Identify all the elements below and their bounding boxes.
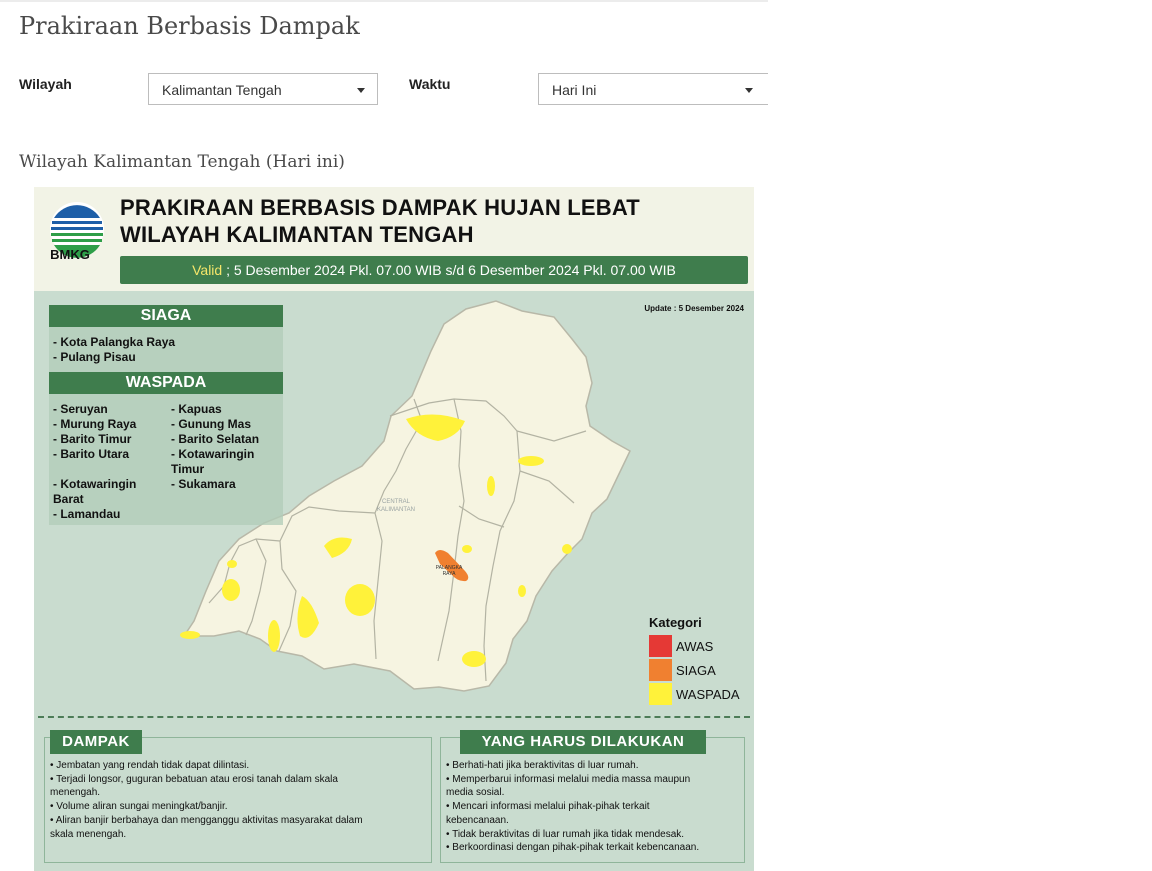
waspada-area-8 [345,584,375,616]
map-label-line1: CENTRAL [382,499,411,505]
impact-line: • Aliran banjir berbahaya dan mengganggu… [50,814,363,826]
chevron-down-icon [357,88,365,93]
siaga-heading: SIAGA [49,305,283,327]
waspada-item: - Barito Selatan [171,432,260,446]
waspada-item: - Murung Raya [53,417,137,431]
infographic-title-line2: WILAYAH KALIMANTAN TENGAH [120,222,474,247]
waspada-item: - Lamandau [53,507,121,521]
legend-label: SIAGA [676,663,716,678]
legend-label: WASPADA [676,687,740,702]
waspada-area-3 [487,476,495,496]
waspada-area-4 [562,544,572,554]
waspada-item: - Sukamara [171,477,236,491]
siaga-item: - Kota Palangka Raya [53,335,176,349]
impact-line: • Volume aliran sungai meningkat/banjir. [50,801,228,813]
waspada-item: - Kotawaringin [171,447,255,461]
infographic-title-line1: PRAKIRAAN BERBASIS DAMPAK HUJAN LEBAT [120,195,640,220]
actions-heading: YANG HARUS DILAKUKAN [460,730,706,754]
valid-label: Valid [192,262,223,278]
action-line: • Tidak beraktivitas di luar rumah jika … [446,828,685,840]
action-line: media sosial. [446,787,505,799]
forecast-infographic: BMKG PRAKIRAAN BERBASIS DAMPAK HUJAN LEB… [34,187,754,871]
siaga-item: - Pulang Pisau [53,350,136,364]
action-line: • Memperbarui informasi melalui media ma… [446,773,691,785]
city-label-line2: RAYA [443,571,457,577]
impact-line: skala menengah. [50,828,127,840]
waspada-item: - Gunung Mas [171,417,251,431]
valid-period: ; 5 Desember 2024 Pkl. 07.00 WIB s/d 6 D… [222,262,676,278]
time-select[interactable]: Hari Ini [538,73,768,105]
legend-label: AWAS [676,639,714,654]
impact-line: menengah. [50,787,101,799]
logo-text: BMKG [50,247,90,262]
waspada-area-14 [462,651,486,667]
bmkg-logo-icon [50,202,104,258]
region-select[interactable]: Kalimantan Tengah [148,73,378,105]
legend-swatch [649,683,672,705]
legend-swatch [649,659,672,681]
chevron-down-icon [745,88,753,93]
impact-line: • Jembatan yang rendah tidak dapat dilin… [50,760,250,771]
section-divider [38,716,750,718]
waspada-area-12 [180,631,200,639]
siaga-list: - Kota Palangka Raya - Pulang Pisau [53,335,175,365]
waspada-item: Barat [53,492,84,506]
waspada-item: - Seruyan [53,402,108,416]
waspada-item: Timur [171,462,205,476]
map-label-line2: KALIMANTAN [377,507,415,513]
action-line: • Berkoordinasi dengan pihak-pihak terka… [446,842,700,854]
waspada-area-6 [518,585,526,597]
action-line: • Mencari informasi melalui pihak-pihak … [446,801,650,813]
waspada-list-col1b: - Kotawaringin Barat - Lamandau [53,477,136,522]
waspada-list-col2: - Kapuas - Gunung Mas - Barito Selatan -… [171,402,259,492]
infographic-header: BMKG PRAKIRAAN BERBASIS DAMPAK HUJAN LEB… [34,187,754,291]
waspada-heading: WASPADA [49,372,283,394]
region-select-value: Kalimantan Tengah [162,82,282,98]
waspada-area-5 [462,545,472,553]
actions-text: • Berhati-hati jika beraktivitas di luar… [446,759,742,855]
impact-heading: DAMPAK [50,730,142,754]
waspada-item: - Kapuas [171,402,222,416]
waspada-area-10 [222,579,240,601]
legend-title: Kategori [649,615,702,630]
action-line: • Berhati-hati jika beraktivitas di luar… [446,760,639,771]
impact-line: • Terjadi longsor, guguran bebatuan atau… [50,773,338,785]
time-label: Waktu [409,76,451,92]
waspada-area-11 [227,560,237,568]
section-title: Wilayah Kalimantan Tengah (Hari ini) [19,152,345,172]
waspada-area-13 [268,620,280,652]
time-select-value: Hari Ini [552,82,597,98]
waspada-item: - Kotawaringin [53,477,137,491]
waspada-list-col1: - Seruyan - Murung Raya - Barito Timur -… [53,402,136,462]
category-panel: SIAGA - Kota Palangka Raya - Pulang Pisa… [49,305,283,525]
waspada-area-2 [518,456,544,466]
action-line: kebencanaan. [446,814,509,826]
impact-text: • Jembatan yang rendah tidak dapat dilin… [50,759,428,841]
waspada-item: - Barito Timur [53,432,132,446]
top-divider [0,0,768,2]
region-label: Wilayah [19,76,72,92]
page-title: Prakiraan Berbasis Dampak [19,12,360,40]
waspada-item: - Barito Utara [53,447,130,461]
validity-bar: Valid ; 5 Desember 2024 Pkl. 07.00 WIB s… [120,256,748,284]
legend-swatch [649,635,672,657]
